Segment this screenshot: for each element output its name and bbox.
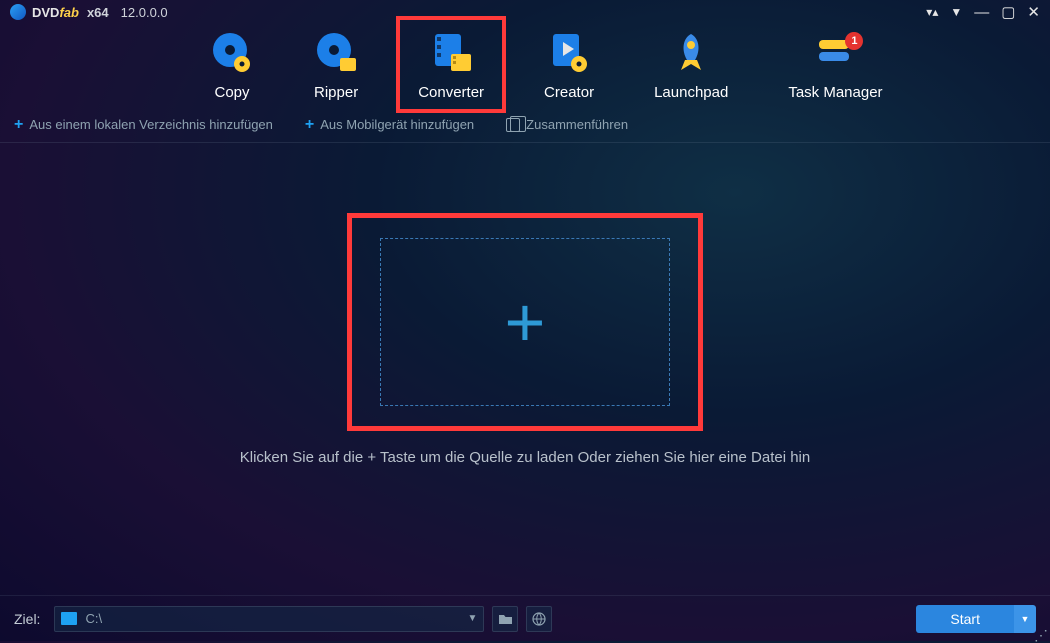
add-source-plus-icon[interactable]: + bbox=[505, 287, 546, 357]
app-logo-icon bbox=[10, 4, 26, 20]
app-arch: x64 bbox=[87, 5, 109, 20]
rocket-icon bbox=[669, 30, 713, 74]
app-version: 12.0.0.0 bbox=[121, 5, 168, 20]
brand-suffix: fab bbox=[59, 5, 79, 20]
maximize-button[interactable]: ▢ bbox=[1001, 5, 1015, 20]
browse-folder-button[interactable] bbox=[492, 606, 518, 632]
window-controls: ▾▴ ▼ ― ▢ ✕ bbox=[926, 5, 1040, 20]
folder-icon bbox=[61, 612, 77, 625]
tab-task-manager[interactable]: 1 Task Manager bbox=[788, 30, 882, 101]
tab-launchpad[interactable]: Launchpad bbox=[654, 30, 728, 101]
brand-prefix: DVD bbox=[32, 5, 59, 20]
plus-icon: + bbox=[14, 120, 23, 130]
disc-copy-icon bbox=[210, 30, 254, 74]
dest-path-select[interactable]: C:\ ▼ bbox=[54, 606, 484, 632]
start-wrap: Start ▼ bbox=[916, 605, 1036, 633]
add-from-local-button[interactable]: + Aus einem lokalen Verzeichnis hinzufüg… bbox=[14, 117, 273, 132]
task-count-badge: 1 bbox=[845, 32, 863, 50]
chevron-down-icon: ▼ bbox=[468, 613, 478, 624]
drop-zone-highlight: + bbox=[347, 213, 703, 431]
dest-path-value: C:\ bbox=[85, 611, 459, 626]
merge-icon bbox=[506, 118, 520, 132]
shirt-icon[interactable]: ▾▴ bbox=[926, 6, 938, 18]
dest-label: Ziel: bbox=[14, 611, 40, 627]
tab-converter[interactable]: Converter bbox=[418, 30, 484, 101]
minimize-button[interactable]: ― bbox=[974, 5, 989, 20]
web-destination-button[interactable] bbox=[526, 606, 552, 632]
tab-label: Launchpad bbox=[654, 84, 728, 101]
pin-icon[interactable]: ▼ bbox=[950, 6, 962, 18]
add-mobile-label: Aus Mobilgerät hinzufügen bbox=[320, 117, 474, 132]
start-button[interactable]: Start bbox=[916, 605, 1014, 633]
tab-copy[interactable]: Copy bbox=[210, 30, 254, 101]
actionbar: + Aus einem lokalen Verzeichnis hinzufüg… bbox=[0, 111, 1050, 143]
plus-icon: + bbox=[305, 120, 314, 130]
tab-label: Converter bbox=[418, 84, 484, 101]
add-local-label: Aus einem lokalen Verzeichnis hinzufügen bbox=[29, 117, 273, 132]
resize-grip-icon[interactable]: ⋰ bbox=[1034, 632, 1048, 639]
tab-ripper[interactable]: Ripper bbox=[314, 30, 358, 101]
main-tabs: Copy Ripper Converter bbox=[0, 24, 1050, 111]
drop-caption: Klicken Sie auf die + Taste um die Quell… bbox=[0, 449, 1050, 466]
tab-label: Task Manager bbox=[788, 84, 882, 101]
merge-button[interactable]: Zusammenführen bbox=[506, 117, 628, 132]
titlebar: DVDfab x64 12.0.0.0 ▾▴ ▼ ― ▢ ✕ bbox=[0, 0, 1050, 24]
start-dropdown-button[interactable]: ▼ bbox=[1014, 605, 1036, 633]
bottombar: Ziel: C:\ ▼ Start ▼ ⋰ bbox=[0, 595, 1050, 641]
titlebar-left: DVDfab x64 12.0.0.0 bbox=[10, 4, 168, 20]
tab-label: Creator bbox=[544, 84, 594, 101]
tab-label: Ripper bbox=[314, 84, 358, 101]
drop-zone[interactable]: + bbox=[380, 238, 670, 406]
tab-creator[interactable]: Creator bbox=[544, 30, 594, 101]
close-button[interactable]: ✕ bbox=[1027, 5, 1040, 20]
creator-icon bbox=[547, 30, 591, 74]
disc-ripper-icon bbox=[314, 30, 358, 74]
tab-label: Copy bbox=[214, 84, 249, 101]
add-from-mobile-button[interactable]: + Aus Mobilgerät hinzufügen bbox=[305, 117, 474, 132]
merge-label: Zusammenführen bbox=[526, 117, 628, 132]
converter-icon bbox=[429, 30, 473, 74]
app-brand: DVDfab bbox=[32, 5, 79, 20]
task-manager-icon: 1 bbox=[813, 30, 857, 74]
